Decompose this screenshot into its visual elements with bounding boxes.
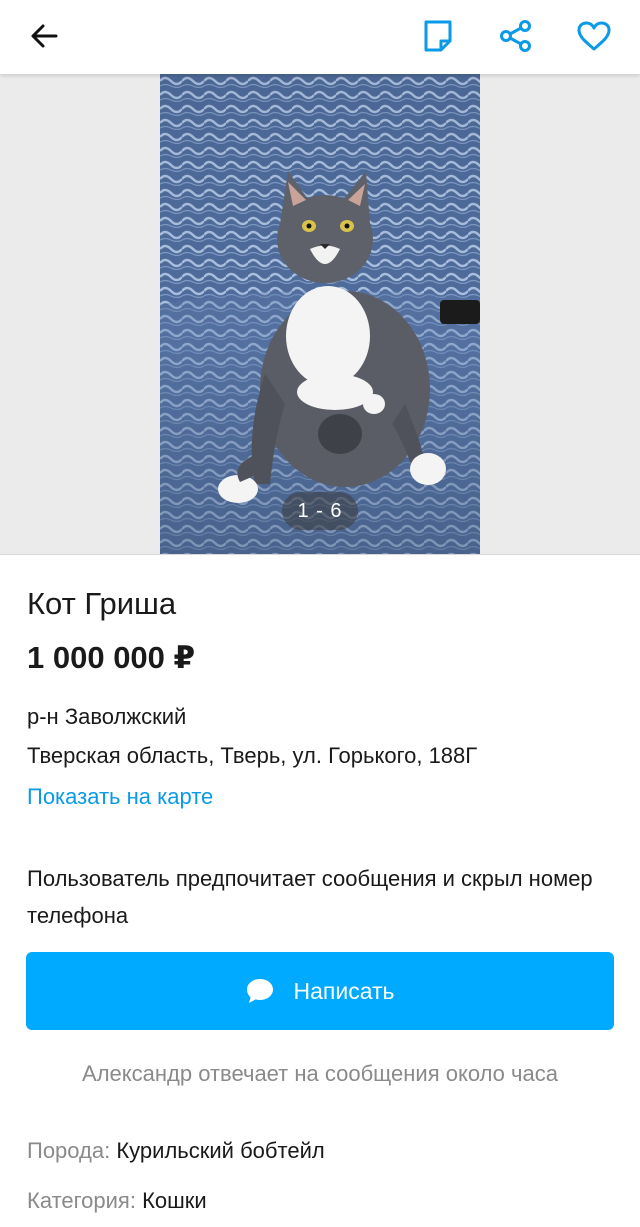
listing-title: Кот Гриша <box>27 586 177 621</box>
share-icon <box>500 20 531 52</box>
cat-photo[interactable] <box>160 74 480 554</box>
listing-district: р-н Заволжский <box>27 704 187 729</box>
chat-bubble-icon <box>247 979 274 1003</box>
share-button[interactable] <box>488 8 544 64</box>
top-app-bar <box>0 0 640 74</box>
attribute-key: Порода: <box>27 1138 111 1163</box>
show-on-map-link[interactable]: Показать на карте <box>27 784 213 810</box>
photo-counter: 1 - 6 <box>282 492 358 530</box>
seller-reply-time: Александр отвечает на сообщения около ча… <box>82 1061 558 1086</box>
heart-icon <box>577 21 611 51</box>
note-icon <box>424 20 452 52</box>
attribute-category: Категория: Кошки <box>27 1188 207 1214</box>
arrow-left-icon <box>31 24 58 48</box>
attribute-value: Курильский бобтейл <box>116 1138 325 1163</box>
write-button-label: Написать <box>293 977 395 1004</box>
cat-photo-image <box>160 74 480 554</box>
attribute-value: Кошки <box>142 1188 207 1213</box>
photo-gallery[interactable]: 1 - 6 <box>0 74 640 555</box>
back-button[interactable] <box>16 8 72 64</box>
write-message-button[interactable]: Написать <box>26 952 614 1030</box>
attribute-key: Категория: <box>27 1188 136 1213</box>
listing-address: Тверская область, Тверь, ул. Горького, 1… <box>27 743 478 768</box>
contact-preference-notice: Пользователь предпочитает сообщения и ск… <box>27 866 593 928</box>
note-button[interactable] <box>410 8 466 64</box>
favorite-button[interactable] <box>566 8 622 64</box>
listing-price: 1 000 000 ₽ <box>27 640 196 675</box>
attribute-breed: Порода: Курильский бобтейл <box>27 1138 325 1164</box>
